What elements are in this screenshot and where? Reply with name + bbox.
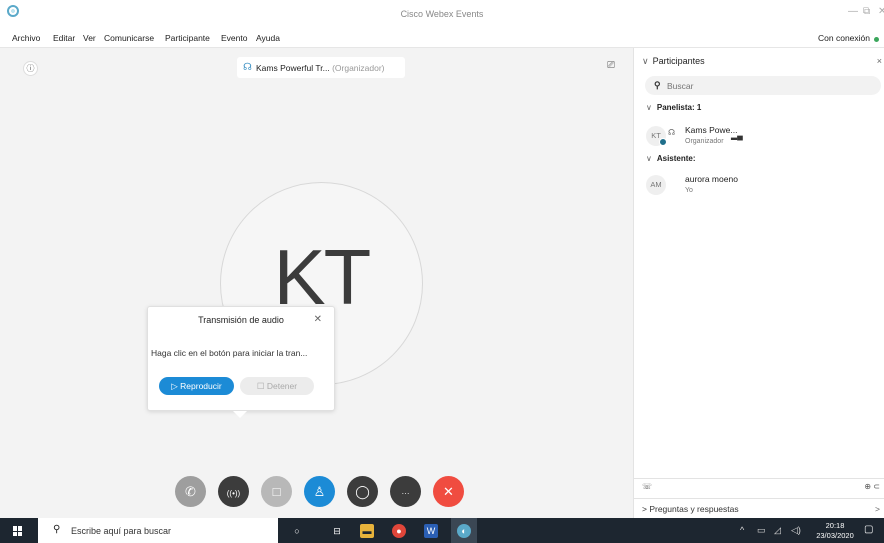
connection-status: Con conexión bbox=[818, 33, 870, 43]
task-view-icon[interactable]: ⊟ bbox=[330, 524, 344, 538]
participants-icon: ♙ bbox=[313, 484, 326, 499]
word-icon[interactable]: W bbox=[424, 524, 438, 538]
info-icon: ⓘ bbox=[26, 64, 35, 73]
chevron-down-icon: ∨ bbox=[642, 56, 649, 66]
participants-panel: ∨Participantes × ⚲ ∨Panelista: 1 KT ☊ Ka… bbox=[633, 48, 884, 518]
signal-icon: ▂▄ bbox=[731, 131, 743, 140]
chrome-icon[interactable]: ● bbox=[392, 524, 406, 538]
host-badge-icon bbox=[659, 138, 667, 146]
menu-editar[interactable]: Editar bbox=[53, 33, 75, 43]
chevron-down-icon: ∨ bbox=[646, 103, 652, 112]
panelist-group-header[interactable]: ∨ Panelista: 1 bbox=[646, 103, 701, 112]
participant-role: Organizador bbox=[685, 138, 724, 145]
qa-panel-header[interactable]: > Preguntas y respuestas > bbox=[634, 498, 884, 518]
popup-message: Haga clic en el botón para iniciar la tr… bbox=[151, 348, 308, 358]
connection-dot bbox=[874, 37, 879, 42]
cortana-icon[interactable]: ○ bbox=[290, 524, 304, 538]
more-button[interactable]: ··· bbox=[390, 476, 421, 507]
avatar: AM bbox=[646, 175, 666, 195]
video-stage: ⓘ ☊ Kams Powerful Tr... (Organizador) ⎚ … bbox=[0, 48, 633, 518]
close-window-icon[interactable]: ✕ bbox=[878, 6, 884, 17]
presenter-role: (Organizador) bbox=[332, 63, 385, 73]
taskbar-search[interactable]: ⚲ Escribe aquí para buscar bbox=[38, 518, 278, 543]
webex-window: Cisco Webex Events — ⧉ ✕ Archivo Editar … bbox=[0, 0, 884, 543]
search-icon: ⚲ bbox=[654, 80, 661, 90]
phone-icon: ✆ bbox=[185, 484, 196, 499]
chevron-down-icon: ∨ bbox=[646, 154, 652, 163]
audio-broadcast-popup: Transmisión de audio ✕ Haga clic en el b… bbox=[147, 306, 335, 418]
chevron-up-icon[interactable]: ^ bbox=[740, 525, 744, 535]
menu-evento[interactable]: Evento bbox=[221, 33, 247, 43]
chat-icon: ◯ bbox=[355, 484, 370, 499]
participants-button[interactable]: ♙ bbox=[304, 476, 335, 507]
window-title: Cisco Webex Events bbox=[400, 9, 484, 19]
popout-icon[interactable]: ⎚ bbox=[607, 60, 615, 71]
chat-button[interactable]: ◯ bbox=[347, 476, 378, 507]
broadcast-icon: ((•)) bbox=[226, 489, 241, 498]
menu-ayuda[interactable]: Ayuda bbox=[256, 33, 280, 43]
call-in-icon[interactable]: ☏ bbox=[642, 482, 652, 491]
windows-logo-icon bbox=[13, 526, 23, 536]
popup-arrow bbox=[233, 411, 247, 418]
windows-taskbar: ⚲ Escribe aquí para buscar ○ ⊟ ▬ ● W ◐ ^… bbox=[0, 518, 884, 543]
participant-name: aurora moeno bbox=[685, 174, 738, 184]
file-explorer-icon[interactable]: ▬ bbox=[360, 524, 374, 538]
headset-icon: ☊ bbox=[243, 62, 252, 73]
panel-title: Participantes bbox=[652, 56, 705, 66]
headset-icon: ☊ bbox=[668, 128, 676, 137]
close-panel-icon[interactable]: × bbox=[877, 56, 882, 66]
audio-broadcast-button[interactable]: ((•)) bbox=[218, 476, 249, 507]
participant-search[interactable]: ⚲ bbox=[645, 76, 881, 95]
qa-label: Preguntas y respuestas bbox=[649, 504, 739, 514]
panel-header[interactable]: ∨ Participantes bbox=[642, 56, 705, 67]
participant-name: Kams Powe... bbox=[685, 125, 738, 135]
menu-archivo[interactable]: Archivo bbox=[12, 33, 40, 43]
notification-icon[interactable]: ▢ bbox=[864, 524, 873, 535]
participant-role: Yo bbox=[685, 187, 693, 194]
battery-icon[interactable]: ▭ bbox=[757, 525, 766, 536]
leave-button[interactable]: ✕ bbox=[433, 476, 464, 507]
divider bbox=[634, 478, 884, 479]
audio-button[interactable]: ✆ bbox=[175, 476, 206, 507]
attendee-group-header[interactable]: ∨ Asistente: bbox=[646, 154, 696, 163]
share-button[interactable]: □ bbox=[261, 476, 292, 507]
search-icon: ⚲ bbox=[53, 524, 61, 535]
start-button[interactable] bbox=[0, 518, 38, 543]
menu-participante[interactable]: Participante bbox=[165, 33, 210, 43]
minimize-icon[interactable]: — bbox=[848, 6, 858, 17]
search-input[interactable] bbox=[667, 79, 867, 92]
clock[interactable]: 20:18 23/03/2020 bbox=[812, 521, 858, 541]
menu-ver[interactable]: Ver bbox=[83, 33, 96, 43]
menu-comunicarse[interactable]: Comunicarse bbox=[104, 33, 154, 43]
share-icon: □ bbox=[272, 484, 281, 499]
clock-date: 23/03/2020 bbox=[816, 531, 854, 540]
taskbar-search-text: Escribe aquí para buscar bbox=[71, 526, 172, 536]
webex-taskbar-icon[interactable]: ◐ bbox=[457, 524, 471, 538]
play-button[interactable]: ▷ Reproducir bbox=[159, 377, 234, 395]
maximize-icon[interactable]: ⧉ bbox=[863, 6, 870, 17]
close-icon[interactable]: ✕ bbox=[314, 314, 322, 325]
wifi-icon[interactable]: ◿ bbox=[774, 525, 781, 536]
presenter-name: Kams Powerful Tr... bbox=[256, 63, 330, 73]
panel-tools-icon[interactable]: ⊕ ⊂ bbox=[864, 482, 880, 491]
clock-time: 20:18 bbox=[825, 521, 845, 530]
meeting-info-button[interactable]: ⓘ bbox=[23, 61, 38, 76]
volume-icon[interactable]: ◁) bbox=[791, 525, 801, 536]
popup-title: Transmisión de audio bbox=[198, 315, 284, 325]
close-icon: ✕ bbox=[443, 484, 454, 499]
title-bar: Cisco Webex Events — ⧉ ✕ bbox=[0, 0, 884, 28]
stop-button[interactable]: ☐ Detener bbox=[240, 377, 314, 395]
active-speaker-label: ☊ Kams Powerful Tr... (Organizador) bbox=[237, 57, 405, 78]
more-icon: ··· bbox=[401, 489, 410, 498]
chevron-right-icon: > bbox=[875, 504, 880, 514]
menu-bar: Archivo Editar Ver Comunicarse Participa… bbox=[0, 28, 884, 48]
